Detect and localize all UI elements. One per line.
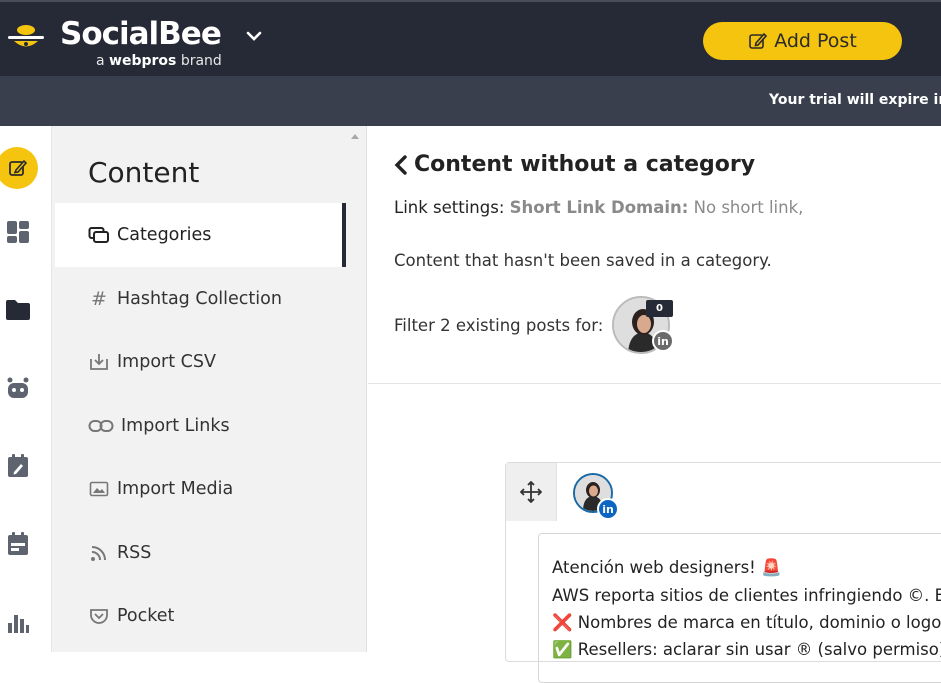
- calendar-icon: [8, 532, 28, 555]
- short-link-label: Short Link Domain:: [509, 198, 689, 217]
- rail-item-content[interactable]: [0, 148, 38, 188]
- post-content[interactable]: Atención web designers! 🚨 AWS reporta si…: [538, 533, 941, 683]
- trial-banner: Your trial will expire in: [0, 76, 941, 126]
- subnav-item-categories[interactable]: Categories: [55, 203, 346, 267]
- content-subnav: Content Categories # Hashtag Collection …: [52, 126, 346, 652]
- add-post-label: Add Post: [774, 30, 857, 52]
- section-divider: [368, 383, 941, 384]
- calendar-edit-icon: [8, 454, 28, 477]
- subnav-item-hashtag-collection[interactable]: # Hashtag Collection: [55, 267, 346, 331]
- image-icon: [87, 478, 111, 500]
- subnav-item-label: Categories: [117, 225, 212, 245]
- rail-item-folder[interactable]: [0, 290, 38, 330]
- category-description: Content that hasn't been saved in a cate…: [394, 251, 772, 270]
- subnav-title: Content: [88, 156, 200, 189]
- subnav-item-label: RSS: [117, 543, 152, 563]
- subnav-item-label: Pocket: [117, 606, 175, 626]
- post-card: in Atención web designers! 🚨 AWS reporta…: [505, 462, 941, 683]
- brand-tagline: a webpros brand: [96, 53, 222, 69]
- pocket-icon: [87, 605, 111, 627]
- categories-icon: [87, 224, 111, 246]
- scroll-up-arrow-icon[interactable]: [351, 134, 359, 139]
- brand-name: SocialBee: [60, 16, 222, 52]
- post-count-badge: 0: [646, 300, 673, 317]
- subnav-item-pocket[interactable]: Pocket: [55, 584, 346, 648]
- move-icon: [520, 481, 542, 503]
- linkedin-icon: in: [597, 498, 619, 520]
- edit-icon: [749, 32, 768, 49]
- rail-item-calendar[interactable]: [0, 524, 38, 564]
- drag-handle[interactable]: [506, 463, 557, 521]
- subnav-item-label: Import Media: [117, 479, 234, 499]
- chevron-left-icon[interactable]: [394, 154, 408, 175]
- folder-icon: [6, 300, 30, 320]
- rail-item-analytics[interactable]: [0, 602, 38, 642]
- top-bar: SocialBee a webpros brand Add Post: [0, 0, 941, 76]
- post-text-line: ✅ Resellers: aclarar sin usar ® (salvo p…: [552, 640, 941, 659]
- subnav-item-rss[interactable]: RSS: [55, 521, 346, 585]
- page-title[interactable]: Content without a category: [394, 152, 755, 177]
- subnav-item-label: Import Links: [121, 416, 230, 436]
- short-link-value: No short link,: [693, 198, 804, 217]
- filter-label: Filter 2 existing posts for:: [394, 316, 604, 335]
- post-text-line: Atención web designers! 🚨: [552, 558, 782, 577]
- subnav-item-import-media[interactable]: Import Media: [55, 457, 346, 521]
- trial-text: Your trial will expire in: [769, 92, 941, 108]
- link-settings: Link settings: Short Link Domain: No sho…: [394, 198, 803, 217]
- main-content: Content without a category Link settings…: [368, 126, 941, 683]
- edit-icon: [9, 159, 28, 176]
- dashboard-icon: [7, 221, 29, 243]
- rail-item-automation[interactable]: [0, 368, 38, 408]
- rail-item-dashboard[interactable]: [0, 212, 38, 252]
- link-icon: [87, 415, 115, 437]
- post-text-line: AWS reporta sitios de clientes infringie…: [552, 586, 941, 605]
- post-text-line: ❌ Nombres de marca en título, dominio o …: [552, 613, 941, 632]
- rail-item-schedule[interactable]: [0, 446, 38, 486]
- robot-icon: [7, 377, 29, 398]
- icon-rail: [0, 126, 52, 652]
- hashtag-icon: #: [91, 288, 107, 310]
- rss-icon: [87, 542, 111, 564]
- bee-logo-icon: [8, 25, 44, 47]
- subnav-item-import-csv[interactable]: Import CSV: [55, 330, 346, 394]
- brand-logo[interactable]: SocialBee a webpros brand: [4, 14, 274, 70]
- add-post-button[interactable]: Add Post: [703, 22, 902, 60]
- link-settings-label: Link settings:: [394, 198, 505, 217]
- subnav-item-label: Hashtag Collection: [117, 289, 282, 309]
- subnav-item-label: Import CSV: [117, 352, 216, 372]
- linkedin-icon: in: [652, 330, 674, 352]
- page-title-text: Content without a category: [414, 152, 756, 177]
- subnav-item-import-links[interactable]: Import Links: [55, 394, 346, 458]
- chevron-down-icon[interactable]: [244, 26, 264, 46]
- analytics-icon: [8, 615, 29, 633]
- import-icon: [87, 351, 111, 373]
- subnav-scrollbar[interactable]: [346, 126, 367, 652]
